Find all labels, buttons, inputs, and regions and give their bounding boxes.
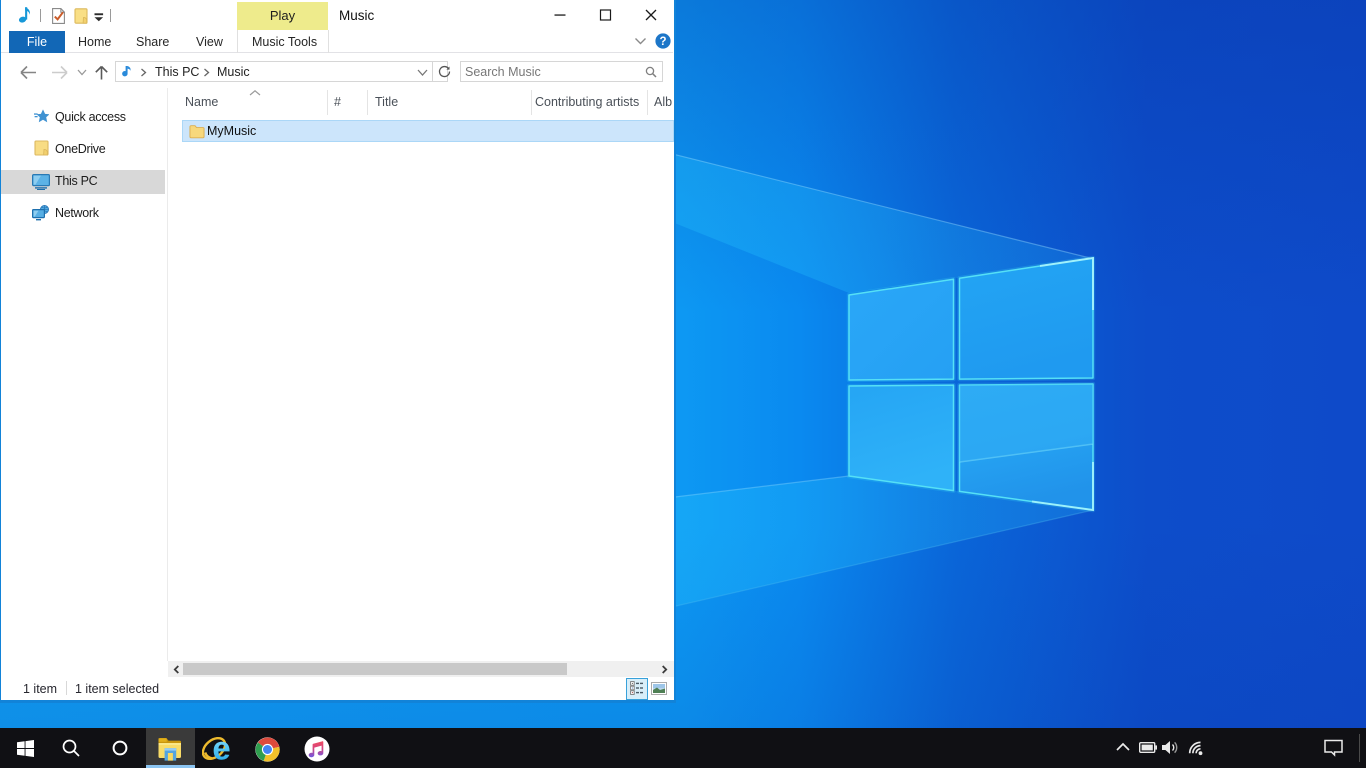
svg-text:?: ? [659, 36, 666, 48]
svg-text:e: e [212, 732, 230, 765]
